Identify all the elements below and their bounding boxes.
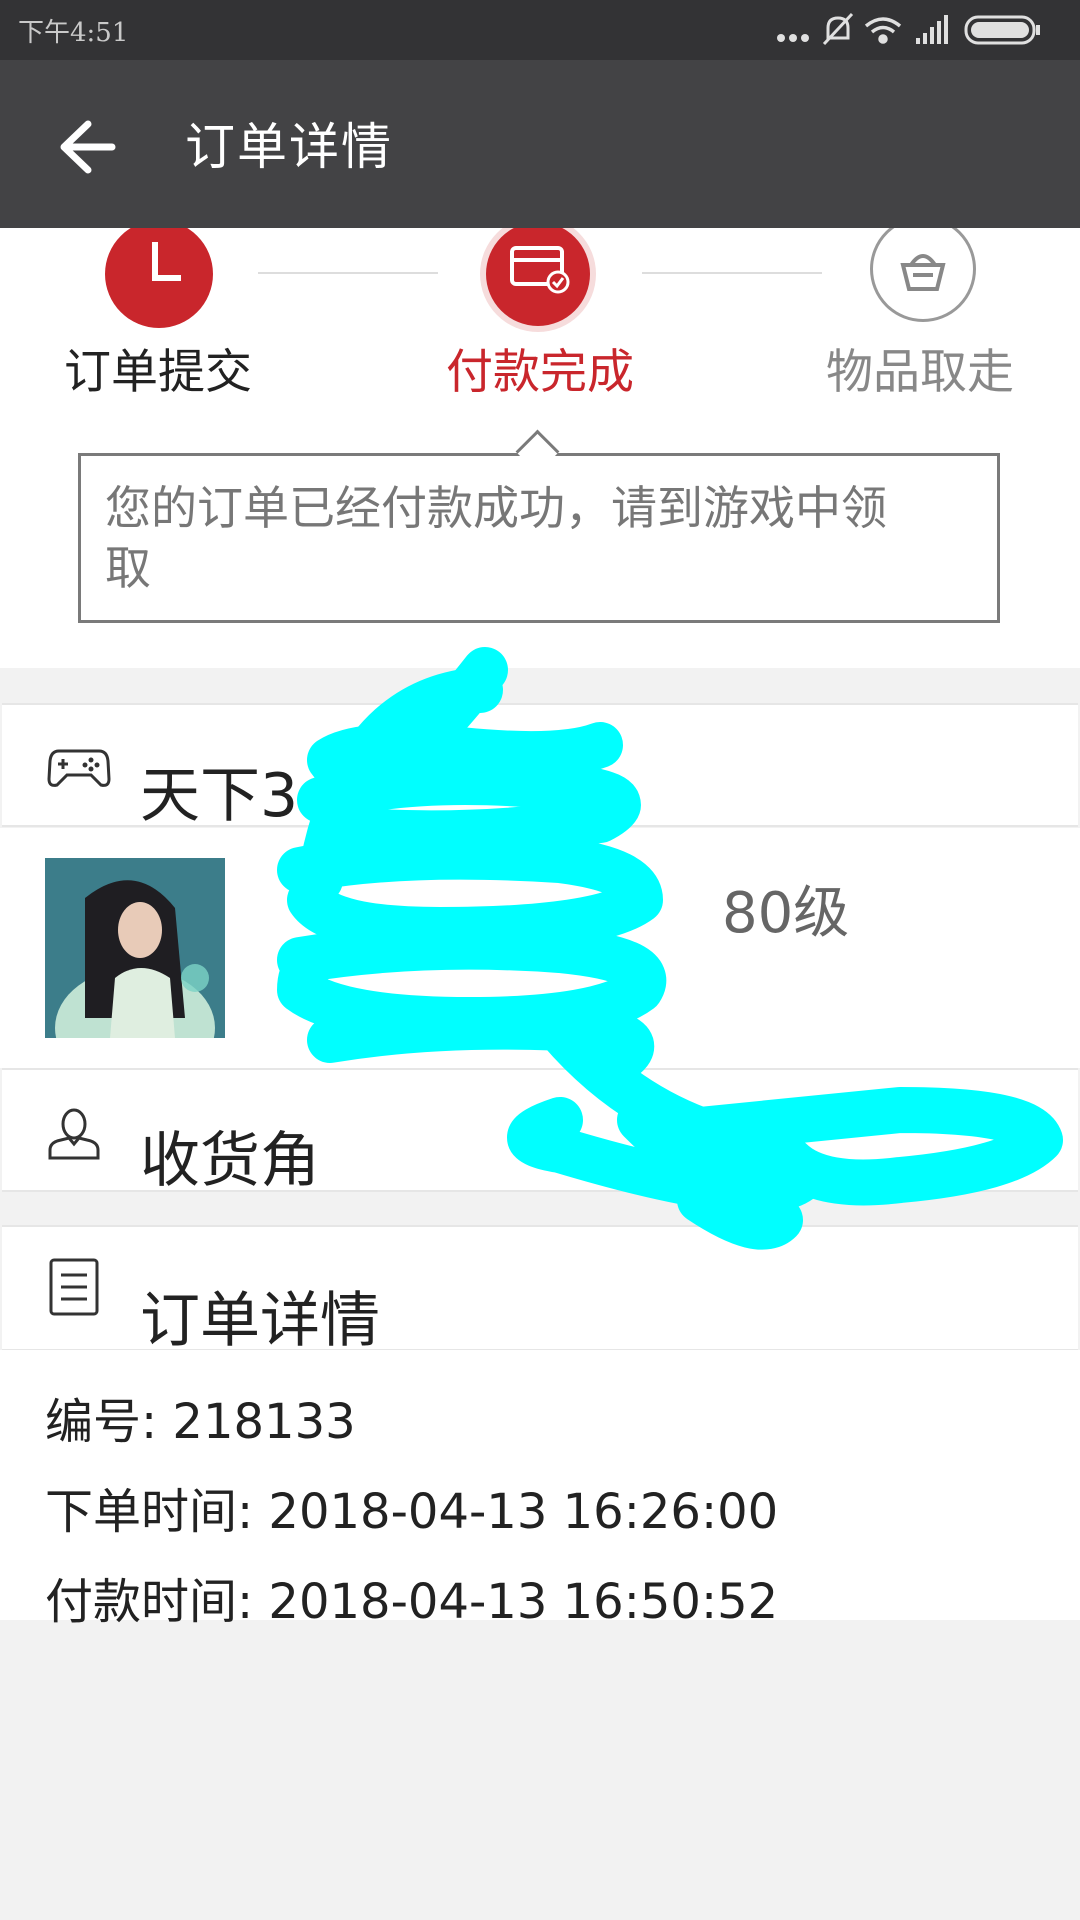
more-dots-icon	[777, 34, 809, 42]
step-connector-2	[642, 272, 822, 274]
order-detail-card: 订单详情	[2, 1225, 1078, 1356]
gamepad-icon	[47, 749, 111, 787]
payment-tip-box: 您的订单已经付款成功，请到游戏中领 取	[78, 453, 1000, 623]
step-paid-label: 付款完成	[446, 345, 634, 400]
game-title: 天下3	[140, 761, 299, 831]
receiver-card: 收货角	[2, 1068, 1078, 1196]
product-row[interactable]: 80级	[0, 828, 1080, 1068]
battery-icon	[964, 15, 1040, 45]
person-icon	[48, 1108, 100, 1160]
clock-icon	[152, 242, 181, 281]
step-connector-1	[258, 272, 438, 274]
step-submitted-label: 订单提交	[64, 345, 252, 400]
mute-bell-icon	[822, 12, 854, 46]
order-time: 下单时间: 2018-04-13 16:26:00	[45, 1484, 779, 1540]
step-pickup-label: 物品取走	[826, 345, 1014, 400]
order-detail-list: 编号: 218133 下单时间: 2018-04-13 16:26:00 付款时…	[0, 1350, 1080, 1630]
receiver-title: 收货角	[140, 1126, 320, 1196]
page-title: 订单详情	[185, 118, 393, 176]
title-bar: 订单详情	[0, 60, 1080, 228]
step-submitted-circle	[105, 228, 213, 328]
order-progress: 订单提交 付款完成 物品取走 您的订单已经付款成功，请到游戏中领 取	[0, 228, 1080, 668]
order-detail-title: 订单详情	[140, 1286, 380, 1356]
product-level: 80级	[722, 881, 850, 946]
back-arrow-icon[interactable]	[50, 112, 120, 182]
wifi-icon	[864, 17, 902, 44]
tip-line-2: 取	[105, 541, 151, 595]
signal-icon	[916, 15, 948, 44]
order-number: 编号: 218133	[45, 1394, 356, 1450]
product-image	[45, 858, 225, 1038]
basket-icon	[900, 254, 946, 291]
payment-tip-text: 您的订单已经付款成功，请到游戏中领 取	[105, 478, 973, 598]
step-pickup-circle	[870, 228, 976, 322]
status-icons	[777, 12, 1040, 46]
step-paid-circle	[486, 228, 590, 326]
status-time: 下午4:51	[18, 18, 129, 48]
tip-line-1: 您的订单已经付款成功，请到游戏中领	[105, 481, 887, 535]
status-bar: 下午4:51	[0, 0, 1080, 60]
document-icon	[49, 1258, 99, 1316]
pay-time: 付款时间: 2018-04-13 16:50:52	[45, 1574, 779, 1630]
character-portrait	[45, 858, 225, 1038]
card-check-icon	[510, 246, 570, 294]
game-card: 天下3	[2, 703, 1078, 831]
